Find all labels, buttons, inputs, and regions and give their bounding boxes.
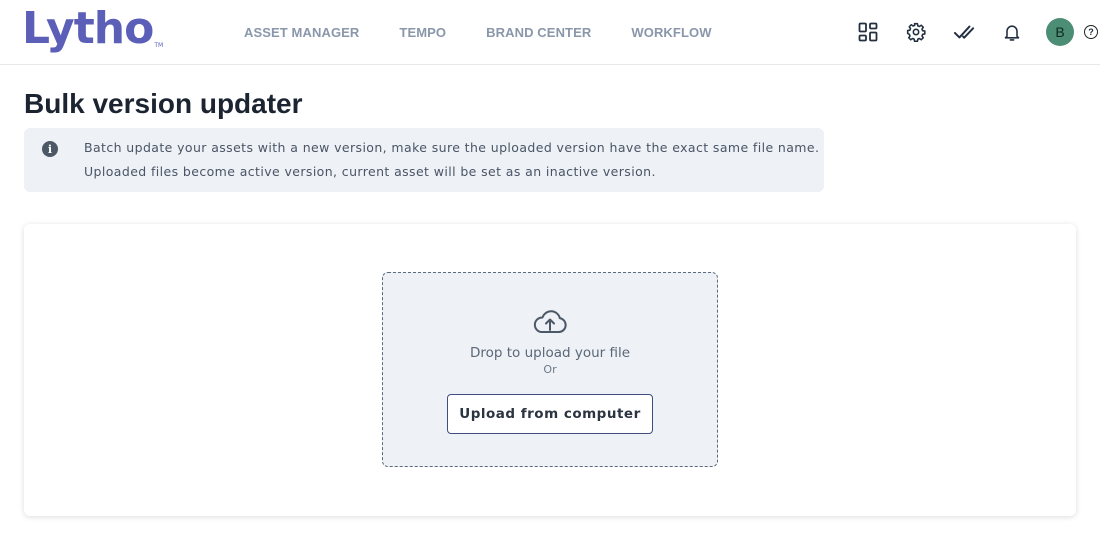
or-separator: Or xyxy=(543,363,557,376)
info-banner: i Batch update your assets with a new ve… xyxy=(24,128,824,192)
upload-card: Drop to upload your file Or Upload from … xyxy=(24,224,1076,516)
user-avatar[interactable]: B xyxy=(1046,18,1074,46)
help-icon[interactable]: ? xyxy=(1084,25,1098,39)
nav-asset-manager[interactable]: ASSET MANAGER xyxy=(244,25,359,40)
main-nav: ASSET MANAGER TEMPO BRAND CENTER WORKFLO… xyxy=(244,0,752,64)
nav-tempo[interactable]: TEMPO xyxy=(399,25,446,40)
header-actions: B ? xyxy=(844,0,1100,64)
upload-from-computer-button[interactable]: Upload from computer xyxy=(447,394,653,434)
logo-text: Lytho xyxy=(22,3,154,54)
cloud-upload-icon xyxy=(532,309,568,339)
nav-brand-center[interactable]: BRAND CENTER xyxy=(486,25,591,40)
lytho-logo[interactable]: Lytho TM xyxy=(22,2,163,58)
info-text-line-2: Uploaded files become active version, cu… xyxy=(84,164,656,179)
tasks-double-check-icon[interactable] xyxy=(940,0,988,64)
drop-instruction: Drop to upload your file xyxy=(469,345,631,361)
page-title: Bulk version updater xyxy=(24,88,303,119)
settings-gear-icon[interactable] xyxy=(892,0,940,64)
apps-grid-icon[interactable] xyxy=(844,0,892,64)
nav-workflow[interactable]: WORKFLOW xyxy=(631,25,711,40)
info-icon: i xyxy=(42,141,58,157)
info-text-line-1: Batch update your assets with a new vers… xyxy=(84,140,820,155)
file-dropzone[interactable]: Drop to upload your file Or Upload from … xyxy=(382,272,718,467)
notifications-bell-icon[interactable] xyxy=(988,0,1036,64)
logo-trademark: TM xyxy=(154,42,164,49)
top-navigation-bar: Lytho TM ASSET MANAGER TEMPO BRAND CENTE… xyxy=(0,0,1100,65)
